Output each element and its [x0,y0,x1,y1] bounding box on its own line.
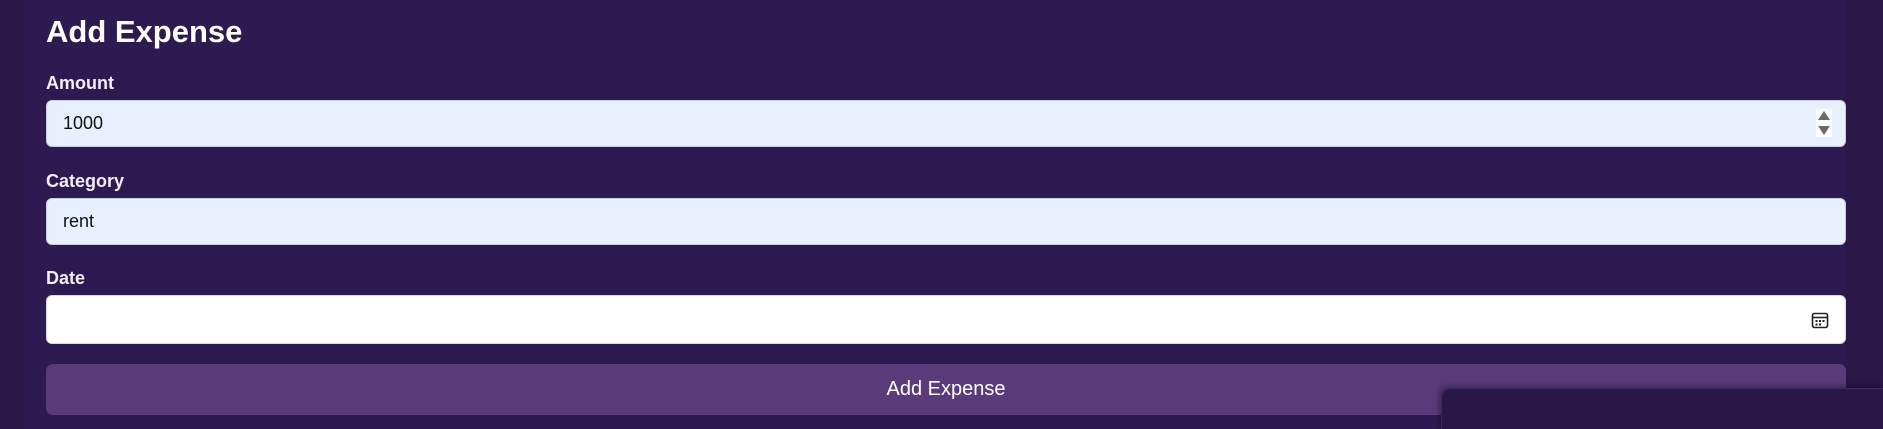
calendar-icon[interactable] [1811,311,1829,329]
amount-input[interactable]: 1000 [46,100,1846,147]
spinner-up-icon[interactable] [1816,109,1832,122]
category-label: Category [46,171,125,191]
category-input[interactable]: rent [46,198,1846,245]
amount-value: 1000 [63,113,104,133]
form-title: Add Expense [46,14,243,49]
date-label: Date [46,268,86,288]
overlay-panel [1441,388,1883,429]
page: Add Expense Amount 1000 Category rent Da… [0,0,1883,429]
spinner-arrows-icon[interactable] [1816,109,1832,137]
spinner-down-icon[interactable] [1816,124,1832,137]
amount-label: Amount [46,73,114,93]
date-input[interactable] [46,295,1846,344]
left-edge-strip [0,0,24,429]
right-edge-strip [1845,0,1883,429]
category-value: rent [63,211,95,231]
